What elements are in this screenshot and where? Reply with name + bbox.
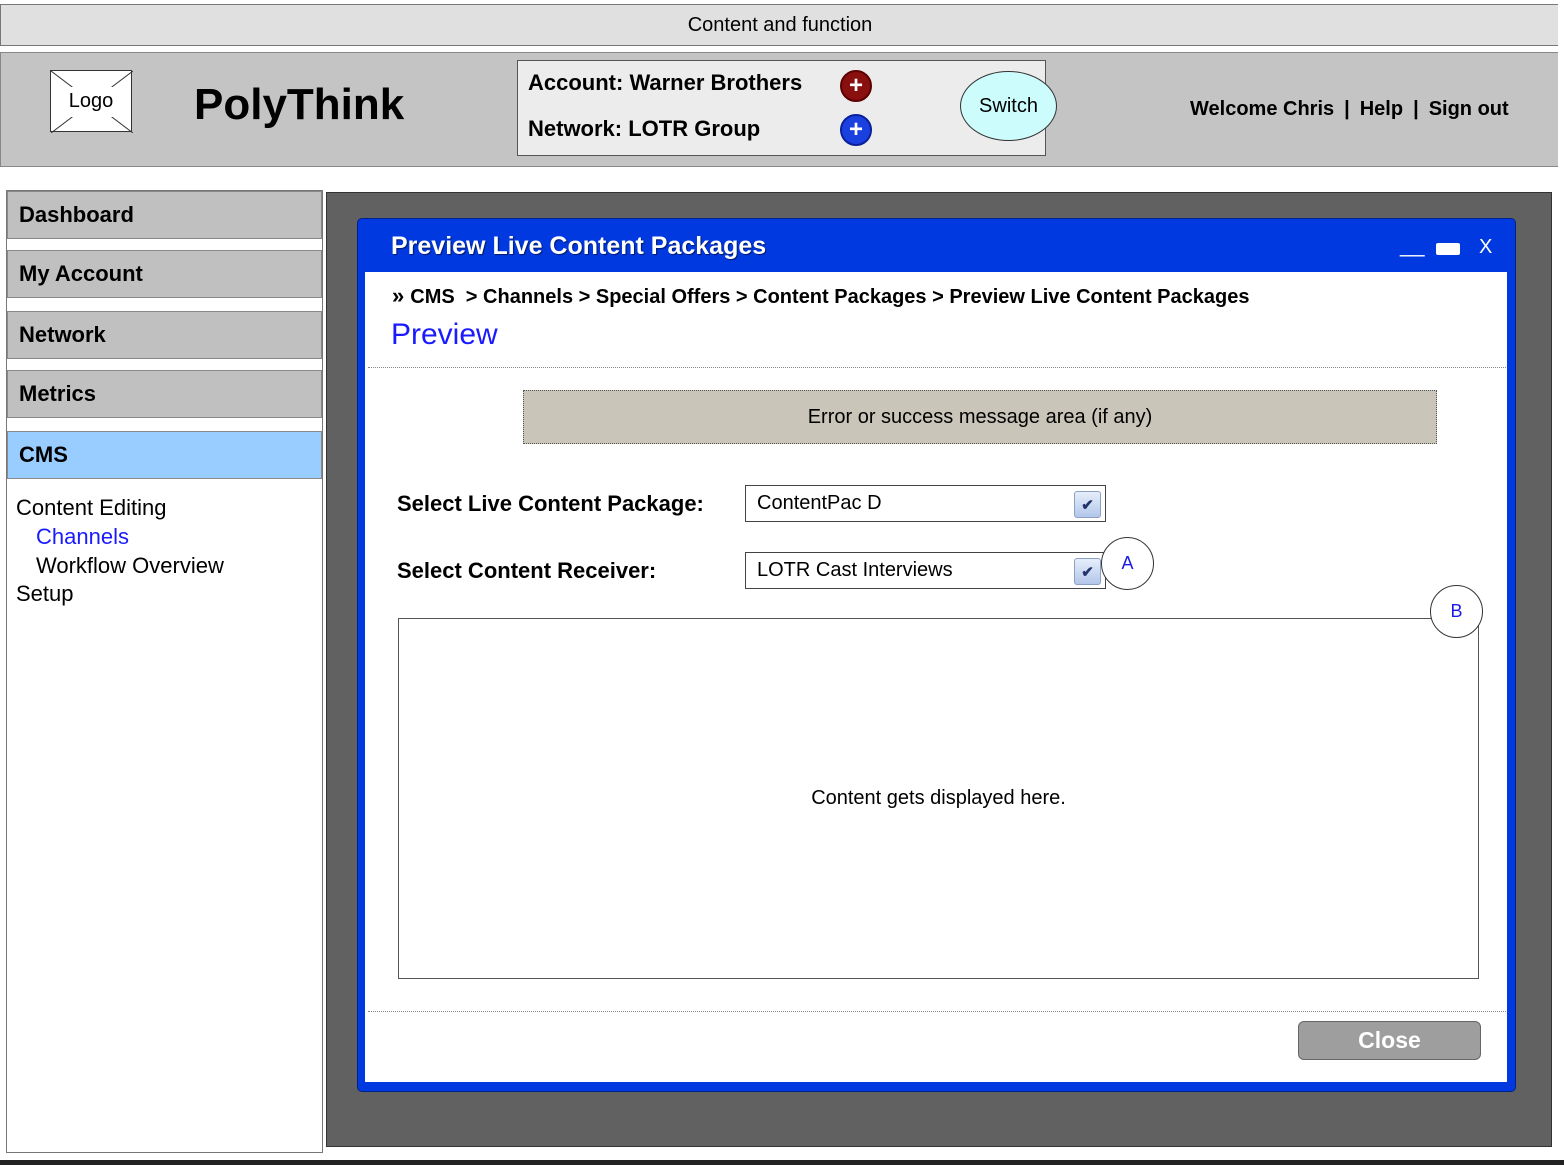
breadcrumb: » CMS > Channels > Special Offers > Conte…	[392, 283, 1249, 309]
nav-separator: |	[1413, 98, 1419, 120]
breadcrumb-path[interactable]: CMS > Channels > Special Offers > Conten…	[410, 286, 1249, 308]
chevron-down-icon[interactable]: ✔	[1074, 491, 1101, 518]
top-banner: Content and function	[0, 4, 1560, 46]
maximize-icon[interactable]	[1436, 243, 1460, 255]
switch-button[interactable]: Switch	[960, 71, 1057, 141]
sign-out-link[interactable]: Sign out	[1429, 98, 1509, 120]
close-icon[interactable]: X	[1479, 236, 1492, 259]
top-banner-text: Content and function	[687, 13, 873, 36]
user-nav: Welcome Chris | Help | Sign out	[1190, 98, 1509, 121]
package-select-label: Select Live Content Package:	[397, 491, 704, 516]
submenu-channels[interactable]: Channels	[36, 524, 129, 550]
sidebar-item-network[interactable]: Network	[7, 311, 322, 359]
close-button[interactable]: Close	[1298, 1021, 1481, 1060]
content-placeholder-text: Content gets displayed here.	[811, 787, 1066, 809]
logo-text: Logo	[68, 89, 114, 112]
sidebar-item-cms[interactable]: CMS	[7, 431, 322, 479]
help-link[interactable]: Help	[1360, 98, 1403, 120]
sidebar-item-my-account[interactable]: My Account	[7, 250, 322, 298]
sidebar-item-label: My Account	[19, 261, 143, 286]
nav-separator: |	[1344, 98, 1350, 120]
welcome-text: Welcome Chris	[1190, 98, 1335, 120]
package-select[interactable]: ContentPac D ✔	[745, 485, 1106, 522]
annotation-marker-b: B	[1430, 585, 1483, 638]
message-area-text: Error or success message area (if any)	[807, 405, 1153, 428]
chevron-down-icon[interactable]: ✔	[1074, 558, 1101, 585]
content-preview-area: Content gets displayed here.	[398, 618, 1479, 979]
sidebar-item-label: CMS	[19, 442, 68, 467]
annotation-marker-a: A	[1101, 537, 1154, 590]
account-label: Account: Warner Brothers	[528, 70, 803, 95]
sidebar-item-dashboard[interactable]: Dashboard	[7, 191, 322, 239]
divider	[368, 1011, 1506, 1012]
page-title: Preview	[391, 318, 498, 351]
sidebar-item-metrics[interactable]: Metrics	[7, 370, 322, 418]
package-select-value: ContentPac D	[757, 492, 882, 514]
submenu-workflow-overview[interactable]: Workflow Overview	[36, 553, 224, 579]
account-add-icon[interactable]: +	[840, 70, 872, 102]
app-name: PolyThink	[194, 80, 405, 129]
dialog-title: Preview Live Content Packages	[391, 232, 767, 260]
breadcrumb-marker-icon: »	[392, 283, 405, 308]
page-bottom-border	[0, 1160, 1564, 1165]
logo: Logo	[50, 70, 133, 133]
sidebar-item-label: Dashboard	[19, 202, 134, 227]
page-edge	[1558, 0, 1564, 1165]
sidebar-item-label: Network	[19, 322, 106, 347]
close-button-label: Close	[1358, 1027, 1421, 1053]
network-label: Network: LOTR Group	[528, 116, 761, 141]
sidebar-item-label: Metrics	[19, 381, 97, 406]
minimize-icon[interactable]: __	[1400, 234, 1424, 260]
receiver-select-label: Select Content Receiver:	[397, 558, 657, 583]
submenu-content-editing[interactable]: Content Editing	[16, 495, 166, 521]
network-add-icon[interactable]: +	[840, 114, 872, 146]
divider	[368, 367, 1506, 368]
message-area: Error or success message area (if any)	[523, 390, 1437, 444]
submenu-setup[interactable]: Setup	[16, 581, 74, 607]
receiver-select[interactable]: LOTR Cast Interviews ✔	[745, 552, 1106, 589]
receiver-select-value: LOTR Cast Interviews	[757, 559, 953, 581]
switch-button-label: Switch	[979, 94, 1038, 117]
